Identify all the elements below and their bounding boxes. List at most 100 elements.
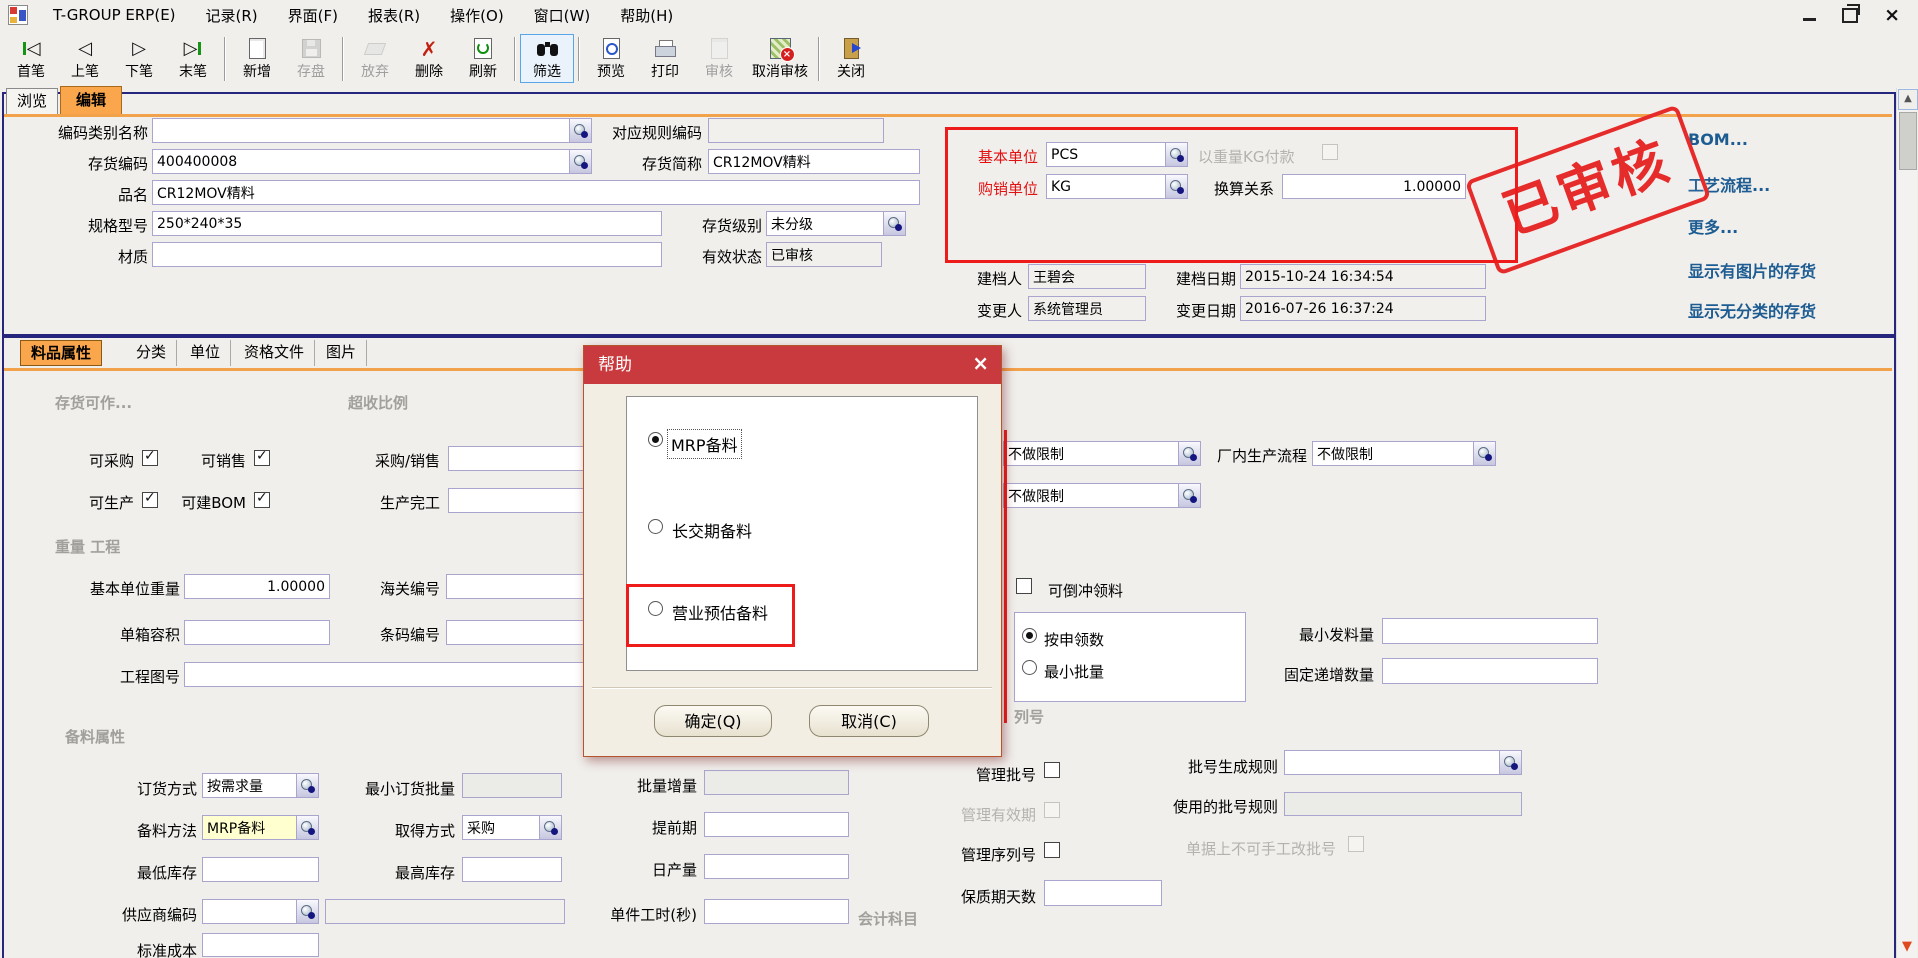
trade-unit-lookup-icon[interactable]: [1166, 174, 1188, 199]
code-type-lookup-icon[interactable]: [570, 118, 592, 143]
menu-record[interactable]: 记录(R): [191, 0, 273, 31]
supplier-lookup-icon[interactable]: [297, 899, 319, 924]
menu-window[interactable]: 窗口(W): [519, 0, 606, 31]
tab-qualification[interactable]: 资格文件: [234, 340, 315, 366]
tab-classification[interactable]: 分类: [126, 340, 177, 366]
std-cost-field[interactable]: [202, 933, 319, 957]
menu-report[interactable]: 报表(R): [353, 0, 435, 31]
min-batch-radio[interactable]: [1022, 660, 1037, 675]
conversion-field[interactable]: [1282, 174, 1466, 199]
manage-batch-checkbox[interactable]: [1044, 762, 1060, 778]
refresh-button[interactable]: 刷新: [456, 34, 510, 83]
obtain-mode-lookup-icon[interactable]: [540, 815, 562, 840]
first-record-button[interactable]: ◁首笔: [4, 34, 58, 83]
link-bom[interactable]: BOM...: [1688, 130, 1748, 149]
order-mode-field[interactable]: [202, 773, 297, 798]
item-code-lookup-icon[interactable]: [570, 149, 592, 174]
purchase-sale-field[interactable]: [448, 446, 588, 471]
level-lookup-icon[interactable]: [884, 211, 906, 236]
base-unit-field[interactable]: [1046, 142, 1166, 167]
mrp-option-radio[interactable]: [648, 432, 663, 447]
long-lead-option-radio[interactable]: [648, 519, 663, 534]
min-issue-field[interactable]: [1382, 618, 1598, 644]
tab-edit[interactable]: 编辑: [60, 86, 122, 114]
restore-icon[interactable]: [1842, 8, 1858, 23]
scroll-down-icon[interactable]: ▼: [1898, 938, 1916, 957]
tab-item-attributes[interactable]: 料品属性: [20, 340, 102, 366]
factory-flow-lookup-icon[interactable]: [1474, 441, 1496, 466]
prod-done-field[interactable]: [448, 488, 588, 513]
prev-record-button[interactable]: ◁上笔: [58, 34, 112, 83]
preview-button[interactable]: 预览: [584, 34, 638, 83]
link-show-with-image[interactable]: 显示有图片的存货: [1688, 258, 1816, 282]
limit1-lookup-icon[interactable]: [1179, 441, 1201, 466]
base-unit-lookup-icon[interactable]: [1166, 142, 1188, 167]
code-type-field[interactable]: [152, 118, 570, 143]
last-record-button[interactable]: ▷末笔: [166, 34, 220, 83]
limit2-field[interactable]: [1003, 483, 1179, 508]
daily-output-field[interactable]: [704, 854, 849, 879]
can-sell-checkbox[interactable]: [254, 450, 270, 466]
menu-help[interactable]: 帮助(H): [605, 0, 688, 31]
filter-button[interactable]: 筛选: [520, 34, 574, 83]
new-button[interactable]: 新增: [230, 34, 284, 83]
fixed-increment-field[interactable]: [1382, 658, 1598, 684]
vertical-scrollbar[interactable]: ▲ ▼: [1896, 88, 1917, 958]
lead-time-field[interactable]: [704, 812, 849, 837]
forecast-option-label[interactable]: 营业预估备料: [672, 600, 768, 624]
level-field[interactable]: [766, 211, 884, 236]
barcode-field[interactable]: [446, 620, 588, 645]
can-produce-checkbox[interactable]: [142, 492, 158, 508]
can-bom-checkbox[interactable]: [254, 492, 270, 508]
batch-rule-lookup-icon[interactable]: [1500, 750, 1522, 775]
scroll-up-icon[interactable]: ▲: [1898, 89, 1918, 110]
print-button[interactable]: 打印: [638, 34, 692, 83]
menu-operate[interactable]: 操作(O): [435, 0, 519, 31]
cancel-button[interactable]: 取消(C): [809, 705, 929, 737]
forecast-option-radio[interactable]: [648, 601, 663, 616]
limit2-lookup-icon[interactable]: [1179, 483, 1201, 508]
obtain-mode-field[interactable]: [462, 815, 540, 840]
min-stock-field[interactable]: [202, 857, 319, 882]
scrollbar-thumb[interactable]: [1899, 112, 1917, 170]
item-code-field[interactable]: [152, 149, 570, 174]
cancel-audit-button[interactable]: 取消审核: [746, 34, 814, 83]
factory-flow-field[interactable]: [1312, 441, 1474, 466]
manage-serial-checkbox[interactable]: [1044, 842, 1060, 858]
close-window-icon[interactable]: ×: [1884, 6, 1900, 25]
material-field[interactable]: [152, 242, 662, 267]
drawing-field[interactable]: [184, 662, 588, 687]
base-weight-field[interactable]: [184, 574, 330, 599]
menu-interface[interactable]: 界面(F): [273, 0, 353, 31]
can-purchase-checkbox[interactable]: [142, 450, 158, 466]
customs-field[interactable]: [446, 574, 588, 599]
spec-field[interactable]: [152, 211, 662, 236]
backflush-checkbox[interactable]: [1016, 578, 1032, 594]
limit1-field[interactable]: [1003, 441, 1179, 466]
tab-browse[interactable]: 浏览: [6, 88, 58, 114]
item-abbr-field[interactable]: [708, 149, 920, 174]
ok-button[interactable]: 确定(Q): [654, 705, 772, 737]
close-form-button[interactable]: 关闭: [824, 34, 878, 83]
prepare-method-field[interactable]: [202, 815, 297, 840]
supplier-field[interactable]: [202, 899, 297, 924]
link-show-unclassified[interactable]: 显示无分类的存货: [1688, 298, 1816, 322]
menu-app[interactable]: T-GROUP ERP(E): [38, 1, 191, 29]
dialog-close-icon[interactable]: ×: [972, 353, 989, 373]
delete-button[interactable]: ✗删除: [402, 34, 456, 83]
mrp-option-label[interactable]: MRP备料: [668, 430, 741, 458]
batch-rule-field[interactable]: [1284, 750, 1500, 775]
tab-image[interactable]: 图片: [316, 340, 367, 366]
minimize-icon[interactable]: [1803, 18, 1816, 21]
next-record-button[interactable]: ▷下笔: [112, 34, 166, 83]
unit-time-field[interactable]: [704, 899, 849, 924]
item-name-field[interactable]: [152, 180, 920, 205]
trade-unit-field[interactable]: [1046, 174, 1166, 199]
by-apply-radio[interactable]: [1022, 628, 1037, 643]
box-volume-field[interactable]: [184, 620, 330, 645]
shelf-days-field[interactable]: [1044, 880, 1162, 906]
link-more[interactable]: 更多...: [1688, 214, 1738, 238]
max-stock-field[interactable]: [462, 857, 562, 882]
tab-unit[interactable]: 单位: [180, 340, 231, 366]
long-lead-option-label[interactable]: 长交期备料: [672, 518, 752, 542]
